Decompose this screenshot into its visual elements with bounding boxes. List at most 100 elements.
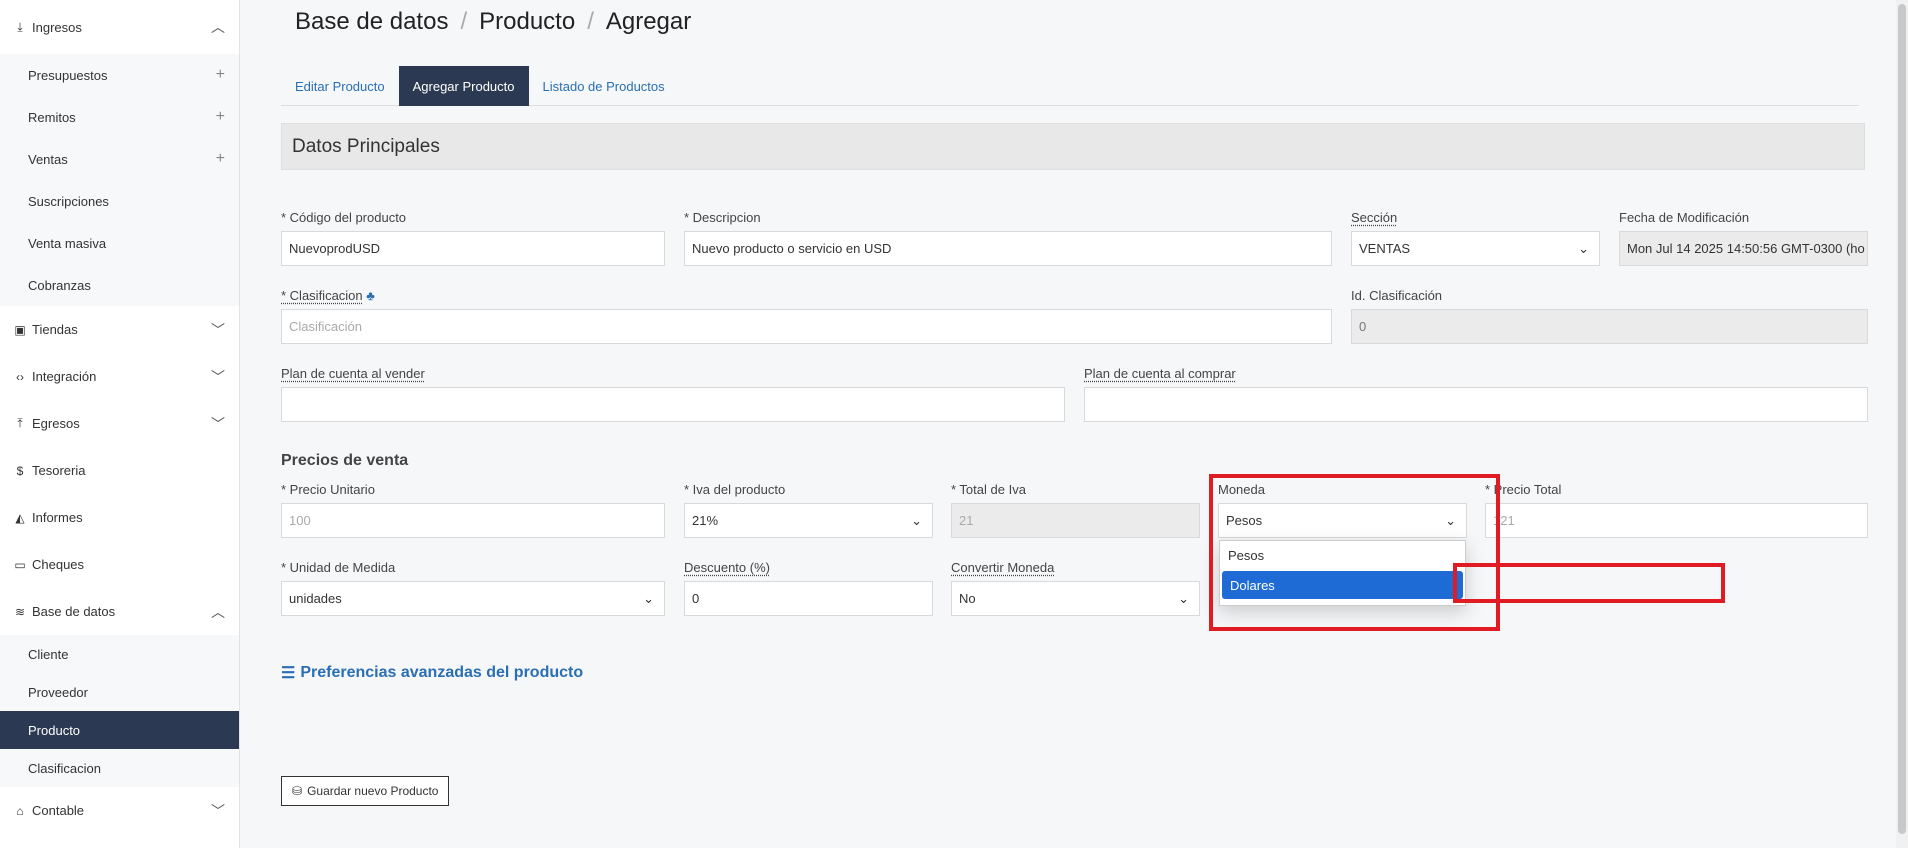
fecha-field: Fecha de Modificación Mon Jul 14 2025 14… — [1619, 209, 1868, 266]
sidebar-item-label: Presupuestos — [28, 67, 108, 83]
select-value: 21% — [692, 513, 719, 528]
iva-select[interactable]: 21% ⌄ — [684, 503, 933, 538]
field-label: * Unidad de Medida — [281, 560, 396, 575]
iva-field: * Iva del producto 21% ⌄ — [684, 481, 933, 538]
sidebar-item-venta-masiva[interactable]: Venta masiva — [0, 222, 239, 264]
page-scrollbar[interactable] — [1896, 0, 1908, 848]
save-button-label: Guardar nuevo Producto — [307, 784, 439, 798]
breadcrumb-separator: / — [587, 8, 594, 35]
sidebar-group-tiendas[interactable]: ▣ Tiendas ﹀ — [0, 306, 239, 353]
sidebar-item-suscripciones[interactable]: Suscripciones — [0, 180, 239, 222]
code-icon: ‹› — [16, 369, 24, 384]
sidebar-item-cobranzas[interactable]: Cobranzas — [0, 264, 239, 306]
descuento-field: Descuento (%) 0 — [684, 559, 933, 616]
breadcrumb: Base de datos / Producto / Agregar — [295, 8, 691, 36]
plus-icon[interactable]: + — [216, 66, 225, 84]
moneda-field: Moneda Pesos ⌄ — [1218, 481, 1467, 538]
select-value: unidades — [289, 591, 342, 606]
unidad-field: * Unidad de Medida unidades ⌄ — [281, 559, 665, 616]
clasificacion-field: * Clasificacion ♣ Clasificación — [281, 287, 1332, 344]
sidebar: ⤓ Ingresos ︿ Presupuestos + Remitos + Vent… — [0, 0, 240, 848]
clasificacion-input[interactable]: Clasificación — [281, 309, 1332, 344]
sidebar-item-cliente[interactable]: Cliente — [0, 635, 239, 673]
sidebar-item-label: Producto — [28, 722, 81, 738]
sidebar-item-label: Venta masiva — [28, 235, 107, 251]
tab-agregar-producto[interactable]: Agregar Producto — [398, 66, 529, 106]
sidebar-group-label: Base de datos — [32, 604, 116, 619]
tree-icon[interactable]: ♣ — [366, 288, 375, 303]
sidebar-item-proveedor[interactable]: Proveedor — [0, 673, 239, 711]
chevron-down-icon: ⌄ — [1578, 240, 1589, 256]
field-label: Convertir Moneda — [951, 560, 1055, 575]
tab-listado-productos[interactable]: Listado de Productos — [529, 66, 679, 106]
descripcion-field: * Descripcion Nuevo producto o servicio … — [684, 209, 1332, 266]
chevron-up-icon: ︿ — [211, 603, 225, 620]
sidebar-item-label: Proveedor — [28, 684, 88, 700]
main-content: Base de datos / Producto / Agregar Edita… — [240, 0, 1908, 848]
chevron-down-icon: ⌄ — [643, 590, 654, 606]
convertir-select[interactable]: No ⌄ — [951, 581, 1200, 616]
sidebar-item-ventas[interactable]: Ventas + — [0, 138, 239, 180]
moneda-option-pesos[interactable]: Pesos — [1220, 541, 1465, 569]
sidebar-group-cheques[interactable]: ▭ Cheques — [0, 541, 239, 588]
moneda-option-dolares[interactable]: Dolares — [1222, 571, 1463, 599]
chevron-down-icon: ⌄ — [1178, 590, 1189, 606]
advanced-preferences-link[interactable]: ☰ Preferencias avanzadas del producto — [281, 663, 583, 683]
plan-comprar-field: Plan de cuenta al comprar — [1084, 365, 1868, 422]
precio-unitario-input[interactable]: 100 — [281, 503, 665, 538]
precio-total-input[interactable]: 121 — [1485, 503, 1868, 538]
chevron-down-icon: ﹀ — [211, 368, 225, 385]
sidebar-item-label: Clasificacion — [28, 760, 101, 776]
breadcrumb-producto[interactable]: Producto — [479, 8, 575, 36]
sidebar-group-tesoreria[interactable]: $ Tesoreria — [0, 447, 239, 494]
tab-bar: Editar Producto Agregar Producto Listado… — [281, 66, 1859, 106]
sidebar-item-label: Cliente — [28, 646, 69, 662]
sidebar-group-label: Integración — [32, 369, 97, 384]
sidebar-group-base-datos[interactable]: ≋ Base de datos ︿ — [0, 588, 239, 635]
total-iva-input: 21 — [951, 503, 1200, 538]
field-label: * Clasificacion ♣ — [281, 287, 1332, 309]
shopping-bag-icon: ▣ — [14, 322, 26, 337]
sidebar-group-egresos[interactable]: ⤒ Egresos ﹀ — [0, 400, 239, 447]
field-label: Plan de cuenta al comprar — [1084, 366, 1236, 381]
sidebar-group-ingresos[interactable]: ⤓ Ingresos ︿ — [0, 0, 239, 54]
field-label: * Descripcion — [684, 210, 761, 225]
seccion-select[interactable]: VENTAS ⌄ — [1351, 231, 1600, 266]
sidebar-group-contable[interactable]: ⌂ Contable ﹀ — [0, 787, 239, 834]
sidebar-item-clasificacion[interactable]: Clasificacion — [0, 749, 239, 787]
plus-icon[interactable]: + — [216, 150, 225, 168]
tab-editar-producto[interactable]: Editar Producto — [281, 66, 399, 106]
sidebar-item-presupuestos[interactable]: Presupuestos + — [0, 54, 239, 96]
plan-comprar-input[interactable] — [1084, 387, 1868, 422]
sidebar-group-informes[interactable]: ◭ Informes — [0, 494, 239, 541]
breadcrumb-agregar: Agregar — [605, 8, 692, 35]
chevron-up-icon: ︿ — [211, 19, 225, 35]
scrollbar-thumb[interactable] — [1898, 4, 1906, 834]
descuento-input[interactable]: 0 — [684, 581, 933, 616]
clasificacion-label: * Clasificacion — [281, 288, 363, 303]
sidebar-ingresos-items: Presupuestos + Remitos + Ventas + Suscripci… — [0, 54, 239, 306]
descripcion-input[interactable]: Nuevo producto o servicio en USD — [684, 231, 1332, 266]
sidebar-group-integracion[interactable]: ‹› Integración ﹀ — [0, 353, 239, 400]
breadcrumb-base-datos[interactable]: Base de datos — [295, 8, 448, 36]
moneda-select[interactable]: Pesos ⌄ — [1218, 503, 1467, 538]
chevron-down-icon: ﹀ — [211, 802, 225, 819]
convertir-field: Convertir Moneda No ⌄ — [951, 559, 1200, 616]
sidebar-item-label: Ventas — [28, 151, 68, 167]
unidad-select[interactable]: unidades ⌄ — [281, 581, 665, 616]
save-product-button[interactable]: ⛁ Guardar nuevo Producto — [281, 776, 450, 806]
chevron-down-icon: ⌄ — [1445, 512, 1456, 528]
codigo-input[interactable]: NuevoprodUSD — [281, 231, 665, 266]
sliders-icon: ☰ — [281, 665, 296, 682]
sidebar-group-label: Egresos — [32, 416, 80, 431]
sidebar-item-producto[interactable]: Producto — [0, 711, 239, 749]
plus-icon[interactable]: + — [216, 108, 225, 126]
precio-unitario-field: * Precio Unitario 100 — [281, 481, 665, 538]
fecha-input: Mon Jul 14 2025 14:50:56 GMT-0300 (ho — [1619, 231, 1868, 266]
plan-vender-input[interactable] — [281, 387, 1065, 422]
sidebar-item-remitos[interactable]: Remitos + — [0, 96, 239, 138]
sidebar-item-label: Remitos — [28, 109, 76, 125]
id-clasificacion-field: Id. Clasificación 0 — [1351, 287, 1868, 344]
sidebar-base-items: Cliente Proveedor Producto Clasificacion — [0, 635, 239, 787]
total-iva-field: * Total de Iva 21 — [951, 481, 1200, 538]
